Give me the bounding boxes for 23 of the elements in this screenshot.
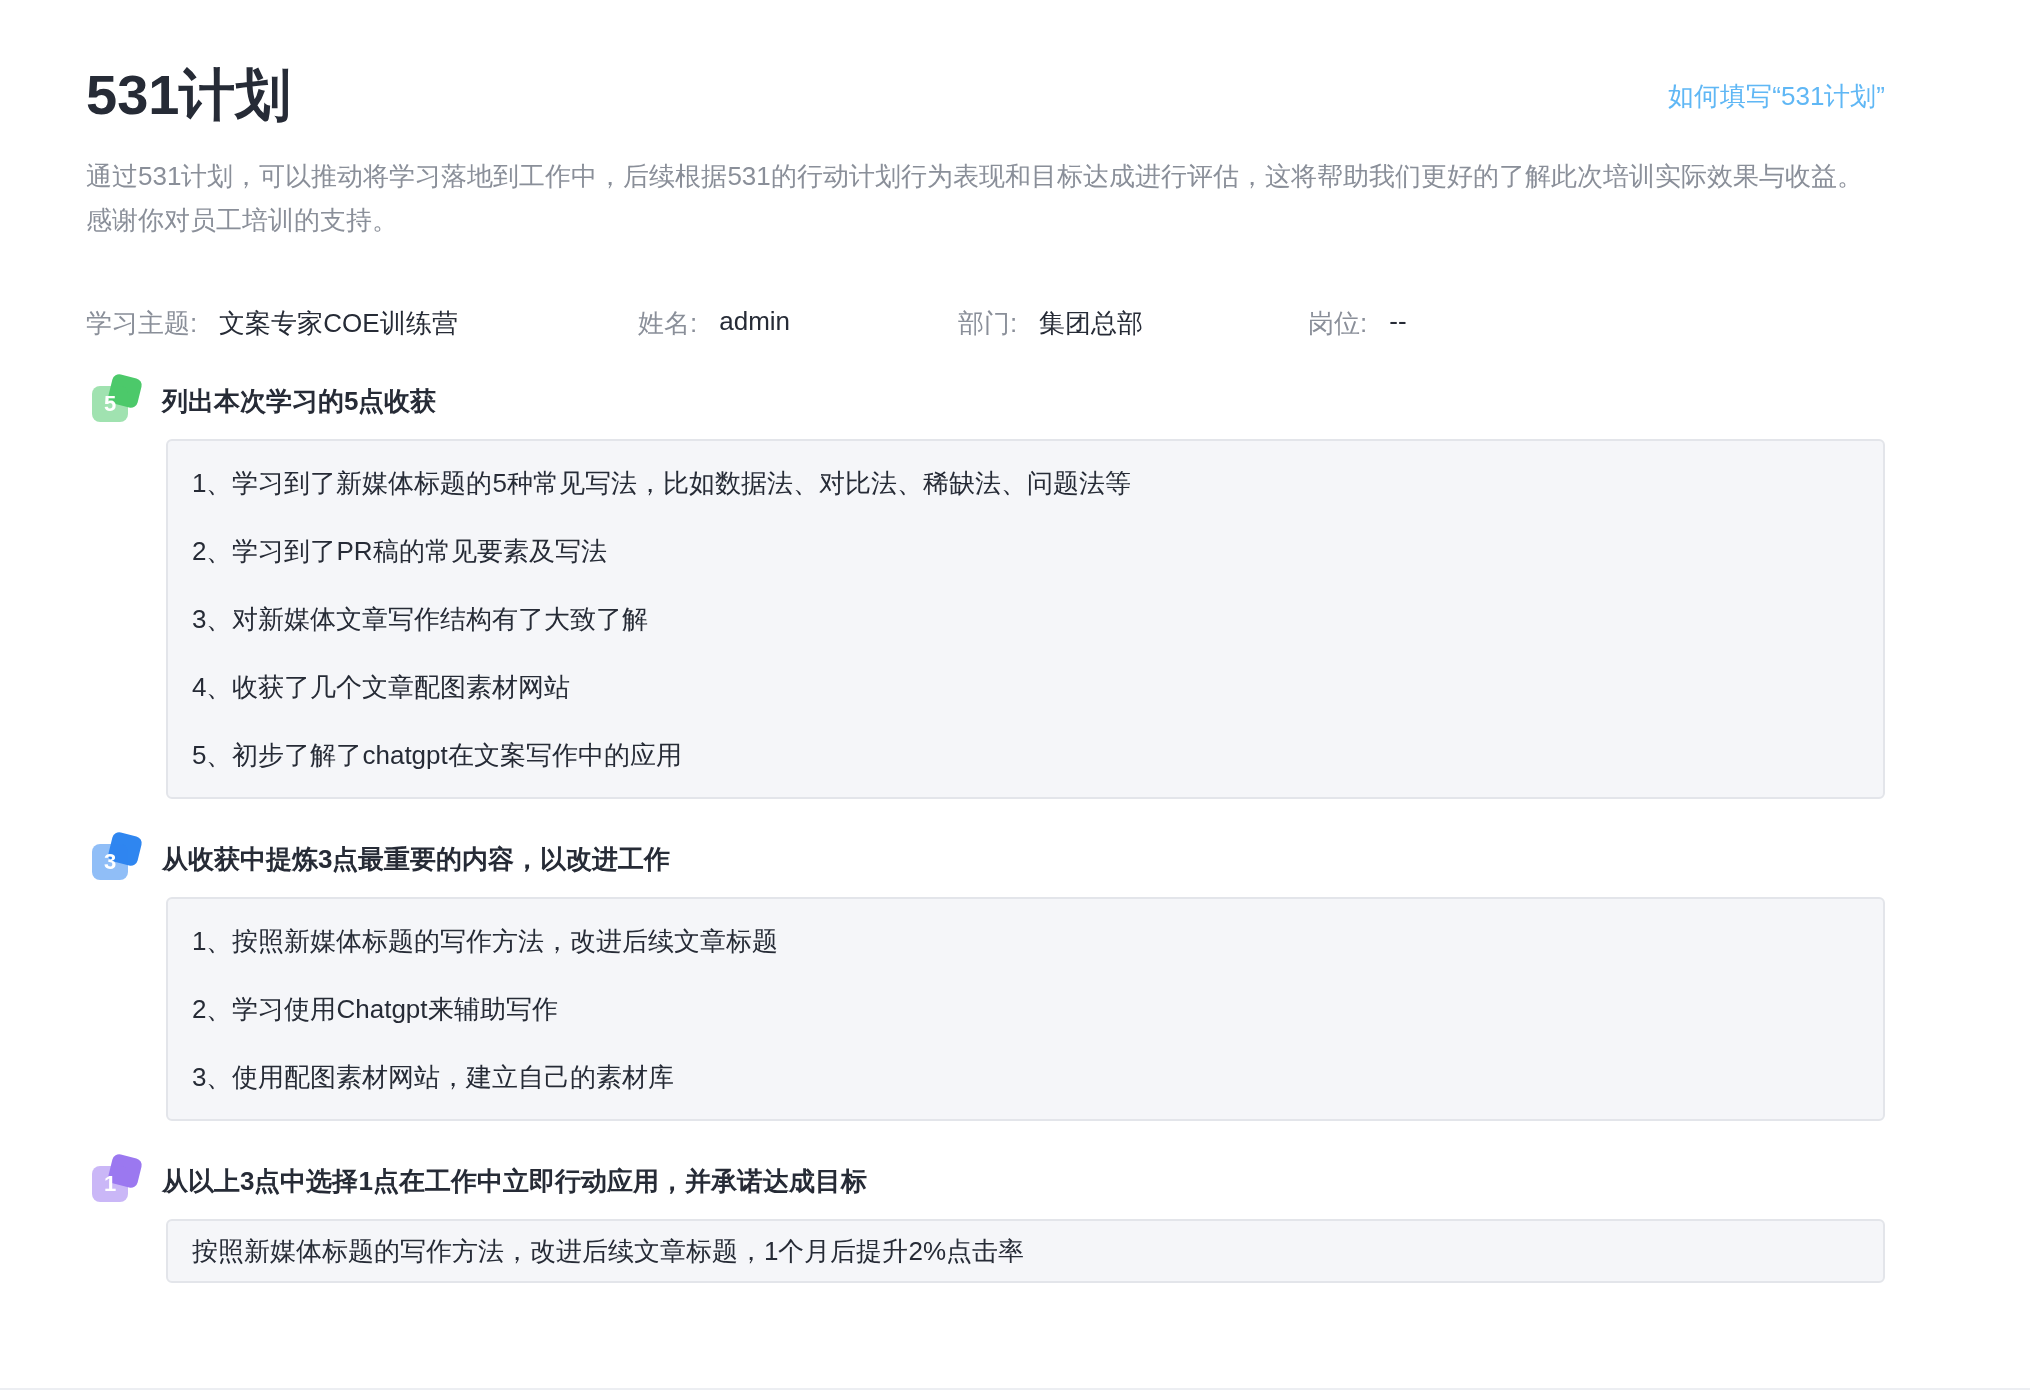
field-label: 姓名: (638, 307, 698, 340)
answer-text: 5、初步了解了chatgpt在文案写作中的应用 (192, 739, 683, 772)
field-value: 文案专家COE训练营 (219, 307, 458, 340)
answer-text: 1、按照新媒体标题的写作方法，改进后续文章标题 (192, 925, 780, 958)
field-label: 岗位: (1308, 307, 1368, 340)
field-value: -- (1389, 306, 1407, 338)
description-text: 通过531计划，可以推动将学习落地到工作中，后续根据531的行动计划行为表现和目标达成进行评估，这将帮助我们更好的了解此次培训实际效果与收益。感谢你对员工培训的支持。 (86, 160, 1864, 237)
answer-text: 按照新媒体标题的写作方法，改进后续文章标题，1个月后提升2%点击率 (192, 1235, 1026, 1268)
answer-text: 3、对新媒体文章写作结构有了大致了解 (192, 603, 650, 636)
field-label: 部门: (958, 307, 1018, 340)
field-value: admin (719, 306, 791, 338)
section-heading: 从以上3点中选择1点在工作中立即行动应用，并承诺达成目标 (162, 1164, 867, 1198)
answer-text: 4、收获了几个文章配图素材网站 (192, 671, 572, 704)
answer-text: 1、学习到了新媒体标题的5种常见写法，比如数据法、对比法、稀缺法、问题法等 (192, 467, 1132, 500)
answer-text: 2、学习到了PR稿的常见要素及写法 (192, 535, 608, 568)
field-label: 学习主题: (86, 307, 198, 340)
section-heading: 列出本次学习的5点收获 (162, 384, 437, 418)
field-value: 集团总部 (1039, 307, 1144, 340)
answer-text: 3、使用配图素材网站，建立自己的素材库 (192, 1061, 676, 1094)
page-title: 531计划 (86, 62, 292, 128)
answer-text: 2、学习使用Chatgpt来辅助写作 (192, 993, 559, 1026)
help-link[interactable]: 如何填写“531计划” (1668, 78, 1885, 114)
section-heading: 从收获中提炼3点最重要的内容，以改进工作 (162, 842, 671, 876)
